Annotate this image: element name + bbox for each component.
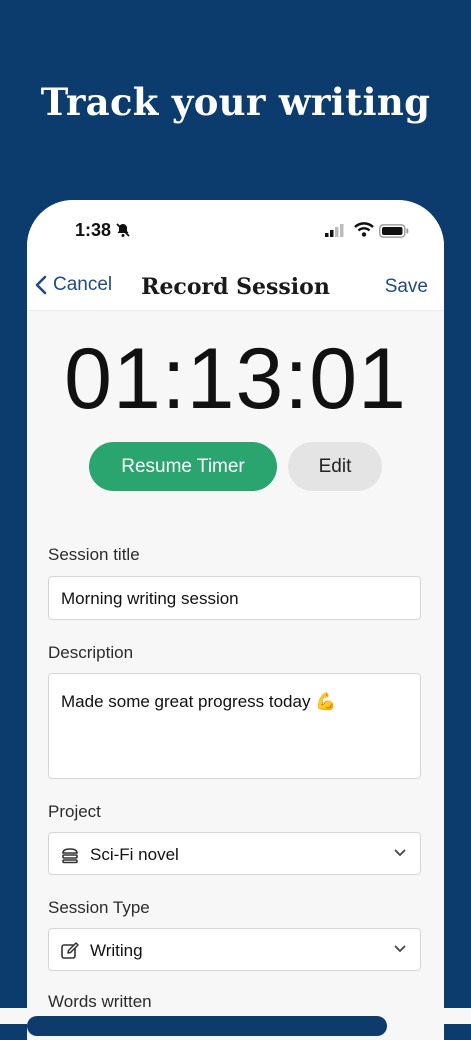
primary-action-button[interactable]	[27, 1016, 387, 1036]
edit-timer-button[interactable]: Edit	[288, 442, 382, 491]
session-type-select[interactable]: Writing	[48, 928, 421, 971]
session-type-label: Session Type	[48, 898, 150, 917]
project-label: Project	[48, 802, 101, 821]
description-field[interactable]: Made some great progress today 💪	[48, 673, 421, 779]
session-title-label: Session title	[48, 545, 140, 564]
chevron-down-icon	[394, 849, 406, 857]
nav-bar: Cancel Record Session Save	[27, 260, 444, 311]
wifi-icon	[354, 222, 374, 237]
description-label: Description	[48, 643, 134, 662]
status-bar: 1:38	[27, 200, 444, 260]
page-title: Record Session	[141, 274, 330, 300]
status-time: 1:38	[75, 220, 112, 240]
project-value: Sci-Fi novel	[90, 845, 179, 864]
session-title-value: Morning writing session	[61, 589, 239, 608]
chevron-down-icon	[394, 945, 406, 953]
resume-timer-button[interactable]: Resume Timer	[89, 442, 277, 491]
stack-icon	[62, 848, 78, 864]
cellular-signal-icon	[325, 224, 344, 237]
edit-pencil-icon	[61, 942, 79, 959]
session-type-value: Writing	[90, 941, 143, 960]
timer-display: 01:13:01	[64, 331, 407, 427]
save-button[interactable]: Save	[385, 276, 428, 298]
project-select[interactable]: Sci-Fi novel	[48, 832, 421, 875]
phone-screen: 1:38 Cancel Record Session Save 01:13:01…	[27, 200, 444, 1040]
description-value: Made some great progress today 💪	[61, 692, 337, 711]
bell-muted-icon	[116, 223, 130, 237]
session-title-field[interactable]: Morning writing session	[48, 576, 421, 620]
promo-headline: Track your writing	[40, 80, 431, 124]
battery-icon	[379, 224, 409, 238]
